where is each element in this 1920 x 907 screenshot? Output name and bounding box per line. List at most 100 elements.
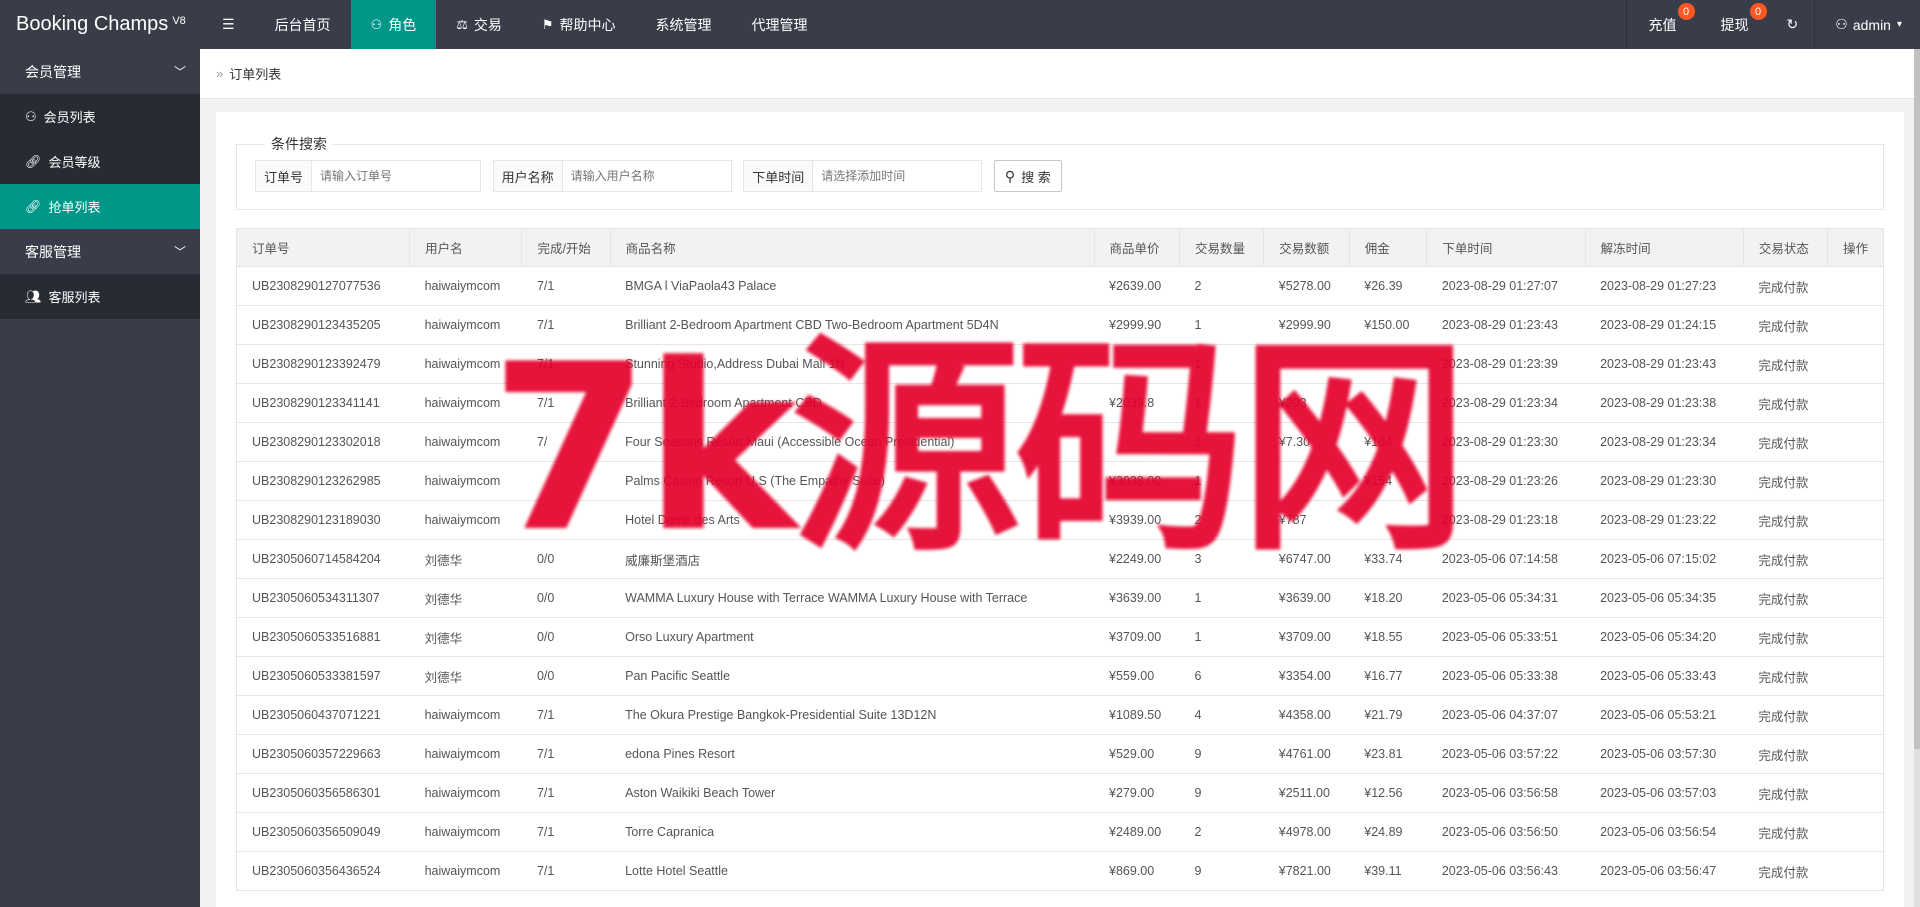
users-icon: 👥︎ (25, 288, 42, 304)
table-cell: 完成付款 (1743, 539, 1828, 579)
table-cell (1827, 695, 1884, 735)
table-row[interactable]: UB2305060533381597 刘德华 0/0 Pan Pacific Seat… (235, 656, 1884, 696)
table-cell (1827, 812, 1884, 852)
nav-system[interactable]: 系统管理 (636, 0, 732, 49)
table-cell: Brilliant 2-Bedroom Apartment CBD Two-Be… (610, 305, 1095, 345)
table-cell: ¥33.74 (1349, 539, 1427, 579)
table-cell: Pan Pacific Seattle (610, 656, 1095, 696)
table-cell: 2023-08-29 01:23:34 (1585, 422, 1744, 462)
table-cell (1827, 578, 1884, 618)
nav-role[interactable]: ⚇ 角色 (350, 0, 437, 49)
table-cell: Hotel Dame des Arts (610, 500, 1095, 540)
sidebar-item-member-level[interactable]: 🔗︎ 会员等级 (0, 139, 200, 184)
table-cell: 0/0 (521, 656, 611, 696)
table-row[interactable]: UB2305060533516881 刘德华 0/0 Orso Luxury Apar… (235, 617, 1884, 657)
nav-home[interactable]: 后台首页 (255, 0, 351, 49)
table-cell: 7/1 (521, 851, 611, 891)
table-row[interactable]: UB2308290123262985 haiwaiymcom Palms Casin… (235, 461, 1884, 501)
menu-collapse-button[interactable]: ☰ (200, 0, 255, 49)
table-cell: 完成付款 (1743, 305, 1828, 345)
table-cell: 2023-05-06 05:34:31 (1426, 578, 1586, 618)
table-row[interactable]: UB2308290123302018 haiwaiymcom 7/Four Seas… (235, 422, 1884, 462)
app-logo[interactable]: Booking Champs V8 (0, 0, 200, 49)
table-cell: 6 (1179, 656, 1264, 696)
table-cell: ¥150.00 (1349, 305, 1427, 345)
username-input[interactable] (562, 161, 731, 191)
table-cell: 2023-05-06 03:56:47 (1585, 851, 1744, 891)
table-cell (1349, 383, 1427, 423)
table-cell: ¥787 (1263, 500, 1350, 540)
column-header: 用户名 (409, 228, 523, 267)
refresh-button[interactable]: ↻ (1771, 0, 1815, 49)
table-cell: 3 (1179, 539, 1264, 579)
table-row[interactable]: UB2308290123435205 haiwaiymcom 7/1 Brillian… (235, 305, 1884, 345)
table-row[interactable]: UB2308290123341141 haiwaiymcom 7/1 Brillian… (235, 383, 1884, 423)
table-row[interactable]: UB2305060534311307 刘德华 0/0 WAMMA Luxury Hou… (235, 578, 1884, 618)
nav-trade[interactable]: ⚖ 交易 (436, 0, 522, 49)
table-cell: UB2308290123189030 (235, 500, 410, 540)
table-row[interactable]: UB2305060357229663 haiwaiymcom 7/1 edona Pi… (235, 734, 1884, 774)
table-row[interactable]: UB2305060714584204 刘德华 0/0 威廉斯堡酒店 ¥2249.00 3 ¥… (235, 539, 1884, 579)
sidebar-item-service-list[interactable]: 👥︎ 客服列表 (0, 274, 200, 319)
page-scrollbar[interactable] (1914, 49, 1920, 907)
app-version: V8 (172, 14, 186, 27)
sidebar-group-service[interactable]: 客服管理 ﹀ (0, 229, 200, 274)
user-name: admin (1852, 16, 1891, 33)
table-cell: haiwaiymcom (409, 734, 522, 774)
user-menu[interactable]: ⚇ admin ▾ (1814, 0, 1920, 49)
chevron-down-icon: ▾ (1896, 19, 1902, 30)
table-cell: 2023-08-29 01:23:43 (1426, 305, 1586, 345)
recharge-button[interactable]: 充值 0 (1625, 0, 1699, 49)
order-no-input[interactable] (312, 161, 481, 191)
order-time-input[interactable] (813, 161, 982, 191)
table-cell (1094, 422, 1180, 462)
table-cell: ¥3709.00 (1094, 617, 1180, 657)
table-cell (1827, 773, 1884, 813)
nav-help[interactable]: ⚑ 帮助中心 (522, 0, 636, 49)
table-row[interactable]: UB2308290123189030 haiwaiymcom Hotel Dame … (235, 500, 1884, 540)
table-cell: ¥2489.00 (1094, 812, 1180, 852)
table-row[interactable]: UB2308290127077536 haiwaiymcom 7/1 BMGA l V… (235, 266, 1884, 306)
table-cell: 完成付款 (1743, 695, 1828, 735)
table-cell: 7/1 (521, 734, 611, 774)
sidebar-item-member-list[interactable]: ⚇ 会员列表 (0, 94, 200, 139)
search-button[interactable]: ⚲ 搜 索 (993, 160, 1062, 192)
double-chevron-right-icon: » (216, 66, 224, 81)
table-row[interactable]: UB2305060356509049 haiwaiymcom 7/1 Torre Ca… (235, 812, 1884, 852)
scrollbar-thumb[interactable] (1914, 49, 1920, 749)
table-cell: haiwaiymcom (409, 851, 522, 891)
table-cell: 1 (1179, 422, 1264, 462)
table-cell: 完成付款 (1743, 812, 1828, 852)
table-row[interactable]: UB2305060356436524 haiwaiymcom 7/1 Lotte Ho… (235, 851, 1884, 891)
table-cell: 7/1 (521, 383, 611, 423)
table-cell: UB2305060437071221 (235, 695, 410, 735)
table-cell: 2023-08-29 01:23:18 (1426, 500, 1586, 540)
search-legend: 条件搜索 (271, 136, 327, 152)
table-cell: The Okura Prestige Bangkok-Presidential … (610, 695, 1095, 735)
table-cell: ¥203 (1263, 383, 1350, 423)
sidebar-item-grab-orders[interactable]: 🔗︎ 抢单列表 (0, 184, 200, 229)
table-cell: 2023-08-29 01:23:43 (1585, 344, 1744, 384)
table-row[interactable]: UB2308290123392479 haiwaiymcom 7/1 Stunning… (235, 344, 1884, 384)
table-row[interactable]: UB2305060356586301 haiwaiymcom 7/1 Aston Wa… (235, 773, 1884, 813)
nav-agent[interactable]: 代理管理 (732, 0, 828, 49)
table-cell: Aston Waikiki Beach Tower (610, 773, 1095, 813)
table-row[interactable]: UB2305060437071221 haiwaiymcom 7/1 The Okur… (235, 695, 1884, 735)
table-body: UB2308290127077536 haiwaiymcom 7/1 BMGA l V… (235, 266, 1884, 891)
sidebar-group-members[interactable]: 会员管理 ﹀ (0, 49, 200, 94)
table-cell: UB2305060534311307 (235, 578, 410, 618)
table-cell: 7/1 (521, 305, 611, 345)
table-cell: 完成付款 (1743, 578, 1828, 618)
search-button-label: 搜 索 (1021, 169, 1051, 185)
table-cell: WAMMA Luxury House with Terrace WAMMA Lu… (610, 578, 1095, 618)
table-cell: 2 (1179, 266, 1264, 306)
table-cell: UB2308290123392479 (235, 344, 410, 384)
table-cell (521, 500, 611, 540)
table-cell: 7/1 (521, 266, 611, 306)
sidebar-group-label: 客服管理 (25, 243, 81, 260)
table-cell: UB2308290123302018 (235, 422, 410, 462)
table-cell: ¥2249.00 (1094, 539, 1180, 579)
table-cell: ¥3639.00 (1263, 578, 1350, 618)
withdraw-button[interactable]: 提现 0 (1699, 0, 1771, 49)
table-cell: ¥23.81 (1349, 734, 1427, 774)
